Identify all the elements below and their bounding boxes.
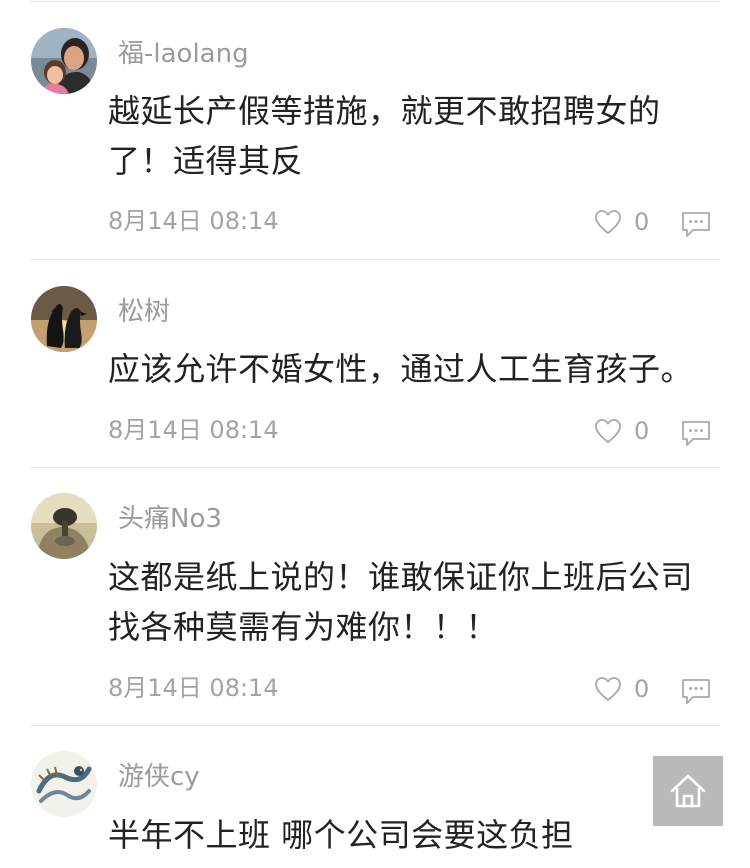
reply-button[interactable]: [681, 210, 711, 238]
comment-time: 8月14日 08:14: [108, 674, 279, 702]
avatar[interactable]: [31, 493, 97, 559]
username[interactable]: 松树: [118, 296, 170, 328]
speech-bubble-icon: [682, 421, 710, 446]
comment-text: 应该允许不婚女性，通过人工生育孩子。: [108, 344, 723, 394]
comment-line: 找各种莫需有为难你！！！: [108, 608, 499, 646]
home-button[interactable]: [653, 756, 723, 826]
like-button[interactable]: 0: [594, 674, 649, 704]
comment-time: 8月14日 08:14: [108, 207, 279, 235]
username[interactable]: 福-laolang: [118, 38, 249, 70]
divider: [30, 1, 720, 2]
username[interactable]: 头痛No3: [118, 503, 222, 535]
heart-outline-icon: [595, 419, 621, 443]
heart-outline-icon: [595, 210, 621, 234]
comment-line: 越延长产假等措施，就更不敢招聘女的: [108, 92, 661, 130]
like-count: 0: [634, 675, 650, 703]
comment-line: 这都是纸上说的！谁敢保证你上班后公司: [108, 558, 694, 596]
like-count: 0: [634, 208, 650, 236]
like-button[interactable]: 0: [594, 416, 649, 446]
comment-text: 越延长产假等措施，就更不敢招聘女的 了！适得其反: [108, 86, 723, 186]
avatar[interactable]: [31, 751, 97, 817]
comment-text: 这都是纸上说的！谁敢保证你上班后公司 找各种莫需有为难你！！！: [108, 552, 723, 652]
avatar[interactable]: [31, 28, 97, 94]
heart-outline-icon: [595, 677, 621, 701]
speech-bubble-icon: [682, 679, 710, 704]
home-icon: [670, 774, 706, 808]
comment-list-page: 福-laolang 越延长产假等措施，就更不敢招聘女的 了！适得其反 8月14日…: [0, 0, 750, 868]
divider: [30, 467, 720, 468]
comment-line: 应该允许不婚女性，通过人工生育孩子。: [108, 350, 694, 388]
like-button[interactable]: 0: [594, 207, 649, 237]
comment-line: 了！适得其反: [108, 142, 304, 180]
avatar[interactable]: [31, 286, 97, 352]
divider: [30, 725, 720, 726]
comment-time: 8月14日 08:14: [108, 416, 279, 444]
reply-button[interactable]: [681, 419, 711, 447]
comment-text: 半年不上班 哪个公司会要这负担: [108, 810, 723, 860]
comment-line: 半年不上班 哪个公司会要这负担: [108, 816, 574, 854]
speech-bubble-icon: [682, 212, 710, 237]
reply-button[interactable]: [681, 677, 711, 705]
divider: [30, 259, 720, 260]
username[interactable]: 游侠cy: [118, 761, 200, 793]
like-count: 0: [634, 417, 650, 445]
